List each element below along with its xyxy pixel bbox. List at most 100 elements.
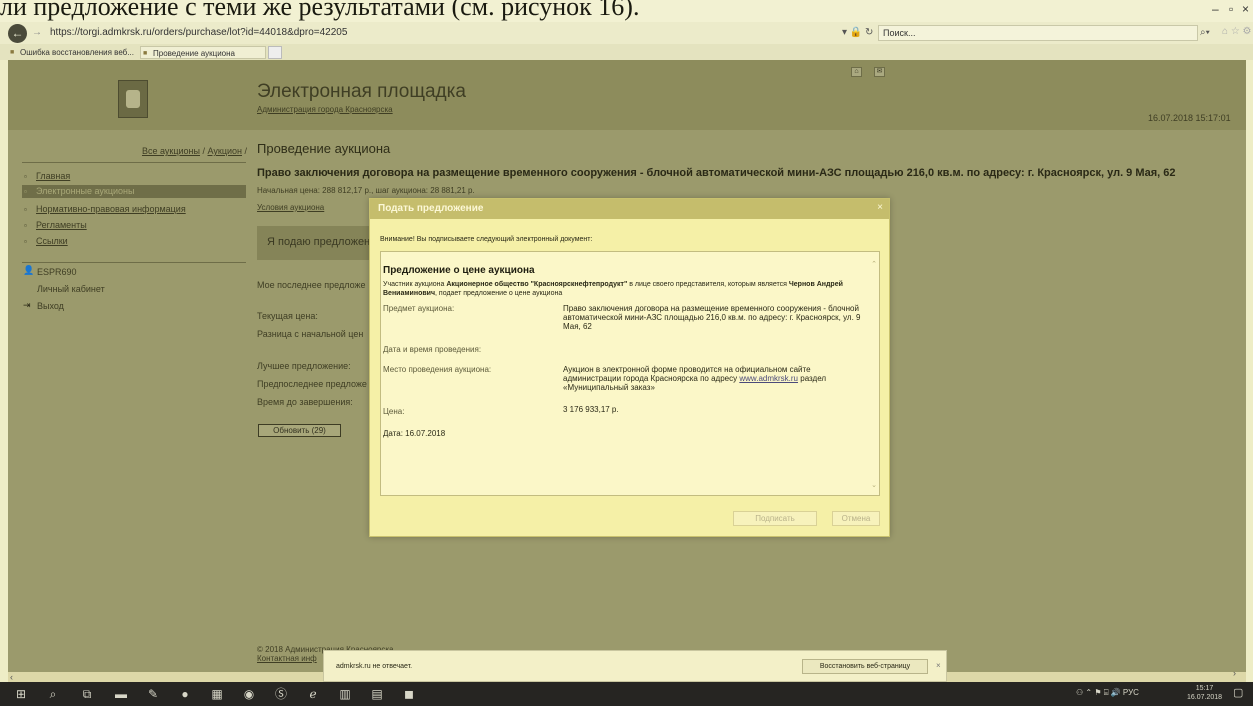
document-caption: ли предложение с теми же результатами (с…	[0, 0, 640, 21]
footer-contacts-link[interactable]: Контактная инф	[257, 654, 317, 663]
breadcrumb-auction[interactable]: Аукцион	[208, 146, 243, 156]
submit-offer-dialog: Подать предложение × Внимание! Вы подпис…	[369, 198, 890, 537]
user-login: ESPR690	[37, 267, 77, 277]
file-explorer-icon[interactable]: ▬	[112, 685, 130, 703]
participant-suffix: , подает предложение о цене аукциона	[435, 290, 563, 297]
pdf-reader-icon[interactable]: ✎	[144, 685, 162, 703]
taskbar-clock[interactable]: 15:17 16.07.2018	[1187, 684, 1222, 702]
document-title: Предложение о цене аукциона	[383, 265, 535, 276]
coat-of-arms-logo	[118, 80, 148, 118]
internet-explorer-icon[interactable]: ℯ	[304, 685, 322, 703]
place-label: Место проведения аукциона:	[383, 365, 492, 374]
lot-title: Право заключения договора на размещение …	[257, 167, 1176, 179]
subject-label: Предмет аукциона:	[383, 304, 455, 313]
lot-price-line: Начальная цена: 288 812,17 р., шаг аукци…	[257, 186, 475, 195]
place-value: Аукцион в электронной форме проводится н…	[563, 365, 863, 392]
best-offer-label: Лучшее предложение:	[257, 361, 351, 371]
forward-button[interactable]: →	[32, 27, 42, 38]
restore-icon[interactable]: ▫	[1229, 2, 1233, 16]
participant-middle: в лице своего представителя, которым явл…	[627, 281, 789, 288]
notification-close-icon[interactable]: ×	[936, 661, 941, 670]
scroll-left-icon[interactable]: ‹	[10, 672, 13, 682]
server-datetime: 16.07.2018 15:17:01	[1148, 113, 1231, 123]
time-left-label: Время до завершения:	[257, 397, 353, 407]
signed-document: ⌃ ⌄ Предложение о цене аукциона Участник…	[380, 251, 880, 496]
auction-terms-link[interactable]: Условия аукциона	[257, 203, 324, 212]
tab-error[interactable]: Ошибка восстановления веб...	[8, 46, 138, 59]
cancel-button[interactable]: Отмена	[832, 511, 880, 526]
search-taskbar-icon[interactable]: ⌕	[44, 685, 62, 703]
price-diff-label: Разница с начальной цен	[257, 329, 364, 339]
sidebar-item-home[interactable]: Главная	[22, 170, 246, 183]
excel-icon[interactable]: ▥	[336, 685, 354, 703]
price-label: Цена:	[383, 407, 405, 416]
close-window-icon[interactable]: ×	[1242, 2, 1249, 16]
site-link[interactable]: www.admkrsk.ru	[739, 374, 798, 383]
task-view-icon[interactable]: ⧉	[78, 685, 96, 703]
logout-icon: ⇥	[23, 300, 31, 310]
search-icon[interactable]: ⌕▾	[1200, 27, 1210, 38]
dialog-title: Подать предложение	[378, 203, 484, 214]
word-icon[interactable]: ▤	[368, 685, 386, 703]
toolbar-icons[interactable]: ⌂ ☆ ⚙	[1222, 26, 1252, 37]
mail-icon[interactable]: ✉	[874, 67, 885, 77]
price-value: 3 176 933,17 р.	[563, 405, 619, 414]
minimize-icon[interactable]: –	[1212, 2, 1219, 16]
participant-prefix: Участник аукциона	[383, 281, 447, 288]
subject-value: Право заключения договора на размещение …	[563, 304, 861, 331]
breadcrumb-tail: /	[242, 146, 248, 156]
sidebar-item-regulations[interactable]: Регламенты	[22, 219, 246, 232]
tab-auction[interactable]: Проведение аукциона	[140, 46, 266, 59]
breadcrumb-separator: /	[199, 146, 208, 156]
app-grid-icon[interactable]: ▦	[208, 685, 226, 703]
notification-text: admkrsk.ru не отвечает.	[336, 663, 413, 670]
dialog-header: Подать предложение ×	[370, 199, 889, 219]
start-icon[interactable]: ⊞	[12, 685, 30, 703]
search-input[interactable]: Поиск...	[878, 25, 1198, 41]
app-round-icon[interactable]: ●	[176, 685, 194, 703]
action-center-icon[interactable]: ▢	[1233, 686, 1243, 699]
breadcrumb: Все аукционы / Аукцион /	[142, 146, 247, 156]
dialog-warning: Внимание! Вы подписываете следующий элек…	[380, 236, 593, 243]
prev-offer-label: Предпоследнее предложе	[257, 379, 367, 389]
scroll-down-icon[interactable]: ⌄	[871, 481, 877, 489]
site-header	[8, 60, 1246, 130]
language-indicator[interactable]: РУС	[1123, 688, 1139, 697]
system-tray[interactable]: ⚇ ⌃ ⚑ ⌸ 🔊 РУС	[1076, 688, 1139, 698]
scroll-up-icon[interactable]: ⌃	[871, 260, 877, 268]
page-title: Проведение аукциона	[257, 141, 391, 156]
url-field[interactable]: https://torgi.admkrsk.ru/orders/purchase…	[50, 27, 840, 41]
current-price-label: Текущая цена:	[257, 311, 318, 321]
clock-time: 15:17	[1195, 685, 1214, 692]
logout-link[interactable]: Выход	[37, 301, 64, 311]
home-icon[interactable]: ⌂	[851, 67, 862, 77]
sidebar-item-legal[interactable]: Нормативно-правовая информация	[22, 203, 246, 216]
app-tile-icon[interactable]: ◼	[400, 685, 418, 703]
participant-statement: Участник аукциона Акционерное общество "…	[383, 280, 853, 298]
notification-bar: admkrsk.ru не отвечает. Восстановить веб…	[323, 650, 947, 682]
site-title: Электронная площадка	[257, 81, 466, 102]
participant-org: Акционерное общество "Красноярскнефтепро…	[446, 281, 628, 288]
restore-page-button[interactable]: Восстановить веб-страницу	[802, 659, 928, 674]
close-icon[interactable]: ×	[877, 202, 883, 213]
site-subtitle[interactable]: Администрация города Красноярска	[257, 105, 393, 114]
sidebar-divider-2	[22, 262, 246, 263]
personal-cabinet-link[interactable]: Личный кабинет	[37, 284, 105, 294]
skype-icon[interactable]: Ⓢ	[272, 685, 290, 703]
sidebar-divider	[22, 162, 246, 163]
new-tab-button[interactable]	[268, 46, 282, 59]
back-button[interactable]: ←	[8, 24, 27, 43]
sidebar-item-auctions[interactable]: Электронные аукционы	[22, 185, 246, 198]
document-caption-strip: ли предложение с теми же результатами (с…	[0, 0, 1253, 22]
lock-refresh-icons[interactable]: ▾ 🔒 ↻	[842, 27, 873, 38]
user-icon: 👤	[23, 265, 35, 275]
my-last-offer-label: Мое последнее предложе	[257, 280, 366, 290]
document-date: Дата: 16.07.2018	[383, 429, 446, 438]
scroll-right-icon[interactable]: ›	[1233, 668, 1236, 678]
sidebar-item-links[interactable]: Ссылки	[22, 235, 246, 248]
submit-offer-panel[interactable]: Я подаю предложен	[257, 226, 370, 260]
sign-button[interactable]: Подписать	[733, 511, 817, 526]
refresh-button[interactable]: Обновить (29)	[258, 424, 341, 437]
breadcrumb-all-auctions[interactable]: Все аукционы	[142, 146, 200, 156]
chrome-icon[interactable]: ◉	[240, 685, 258, 703]
